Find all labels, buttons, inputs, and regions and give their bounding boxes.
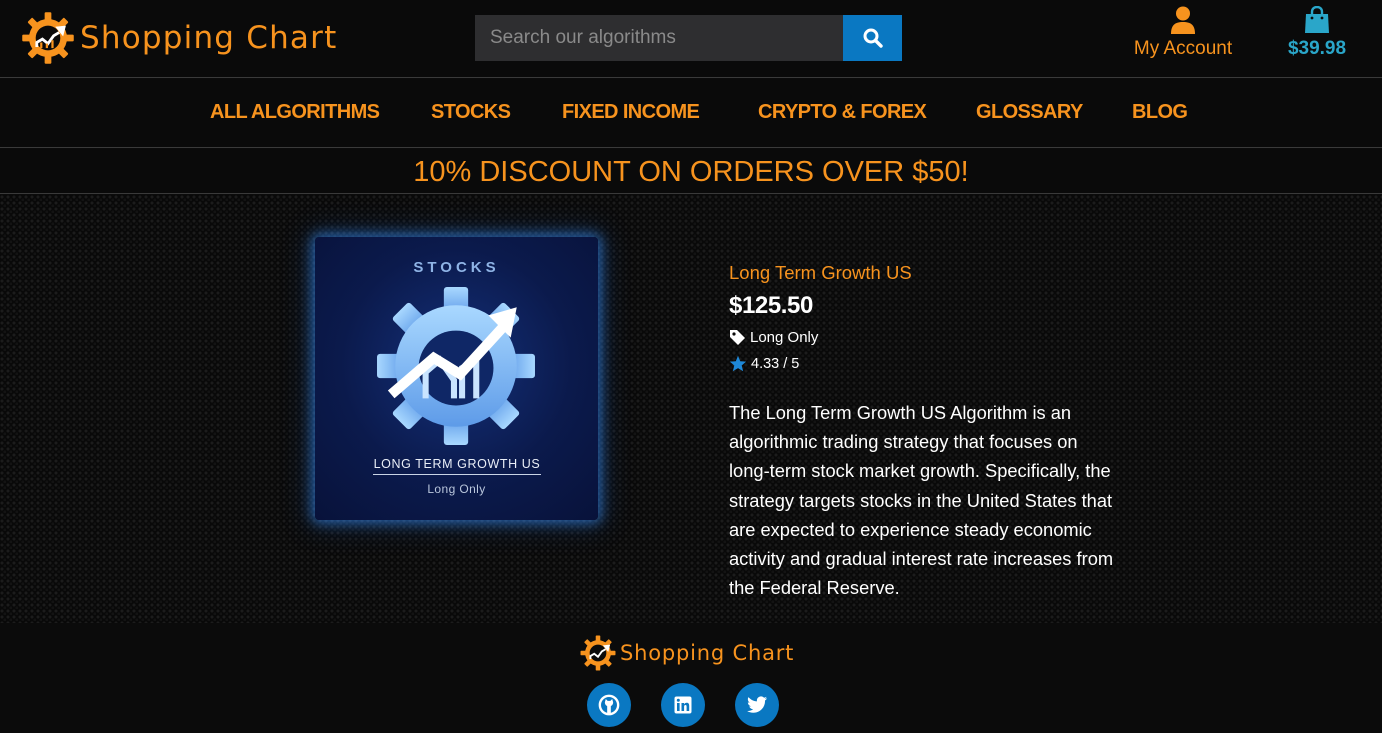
site-header: Shopping Chart My Account $39.98 — [0, 0, 1382, 78]
nav-item-blog[interactable]: BLOG — [1132, 101, 1188, 124]
twitter-link[interactable] — [735, 683, 779, 727]
product-tag: Long Only — [729, 329, 1129, 346]
my-account-label: My Account — [1133, 38, 1233, 59]
twitter-icon — [746, 696, 767, 713]
github-link[interactable] — [587, 683, 631, 727]
search-bar — [475, 15, 902, 61]
product-image: STOCKS LONG TERM GROWTH US Long Only — [315, 237, 598, 520]
nav-item-crypto-forex[interactable]: CRYPTO & FOREX — [758, 101, 927, 124]
product-section — [0, 195, 1382, 623]
product-description: The Long Term Growth US Algorithm is an … — [729, 402, 1114, 599]
star-icon — [729, 355, 747, 372]
linkedin-icon — [674, 696, 692, 714]
cart-total: $39.98 — [1287, 38, 1347, 59]
shopping-bag-icon — [1305, 6, 1329, 33]
product-info: Long Term Growth US $125.50 Long Only 4.… — [729, 262, 1129, 602]
github-icon — [598, 694, 620, 716]
gear-chart-logo-icon — [580, 635, 616, 671]
product-image-title: LONG TERM GROWTH US — [373, 457, 541, 475]
gear-chart-logo-icon — [22, 12, 74, 64]
search-button[interactable] — [843, 15, 902, 61]
site-logo[interactable]: Shopping Chart — [20, 10, 337, 66]
product-price: $125.50 — [729, 292, 813, 319]
product-tag-label: Long Only — [750, 329, 819, 346]
product-image-category: STOCKS — [413, 259, 500, 276]
product-rating: 4.33 / 5 — [729, 355, 1129, 372]
nav-item-all-algorithms[interactable]: ALL ALGORITHMS — [210, 101, 380, 124]
linkedin-link[interactable] — [661, 683, 705, 727]
site-logo-text: Shopping Chart — [80, 20, 338, 56]
search-input[interactable] — [475, 15, 843, 61]
my-account-link[interactable]: My Account — [1126, 6, 1240, 68]
nav-item-fixed-income[interactable]: FIXED INCOME — [562, 101, 700, 124]
cart-link[interactable]: $39.98 — [1280, 6, 1354, 68]
search-icon — [863, 28, 883, 48]
tag-icon — [730, 330, 745, 345]
nav-item-glossary[interactable]: GLOSSARY — [976, 101, 1083, 124]
nav-item-stocks[interactable]: STOCKS — [431, 101, 511, 124]
discount-banner: 10% DISCOUNT ON ORDERS OVER $50! — [0, 149, 1382, 194]
footer-logo[interactable]: Shopping Chart — [579, 633, 794, 673]
main-nav: ALL ALGORITHMS STOCKS FIXED INCOME CRYPT… — [0, 79, 1382, 148]
product-image-subtitle: Long Only — [427, 482, 486, 496]
footer-logo-text: Shopping Chart — [620, 641, 795, 665]
gear-chart-icon — [377, 287, 535, 445]
user-icon — [1171, 6, 1195, 34]
product-rating-value: 4.33 / 5 — [751, 355, 800, 372]
site-footer: Shopping Chart — [0, 623, 1382, 733]
product-name: Long Term Growth US — [729, 262, 912, 283]
